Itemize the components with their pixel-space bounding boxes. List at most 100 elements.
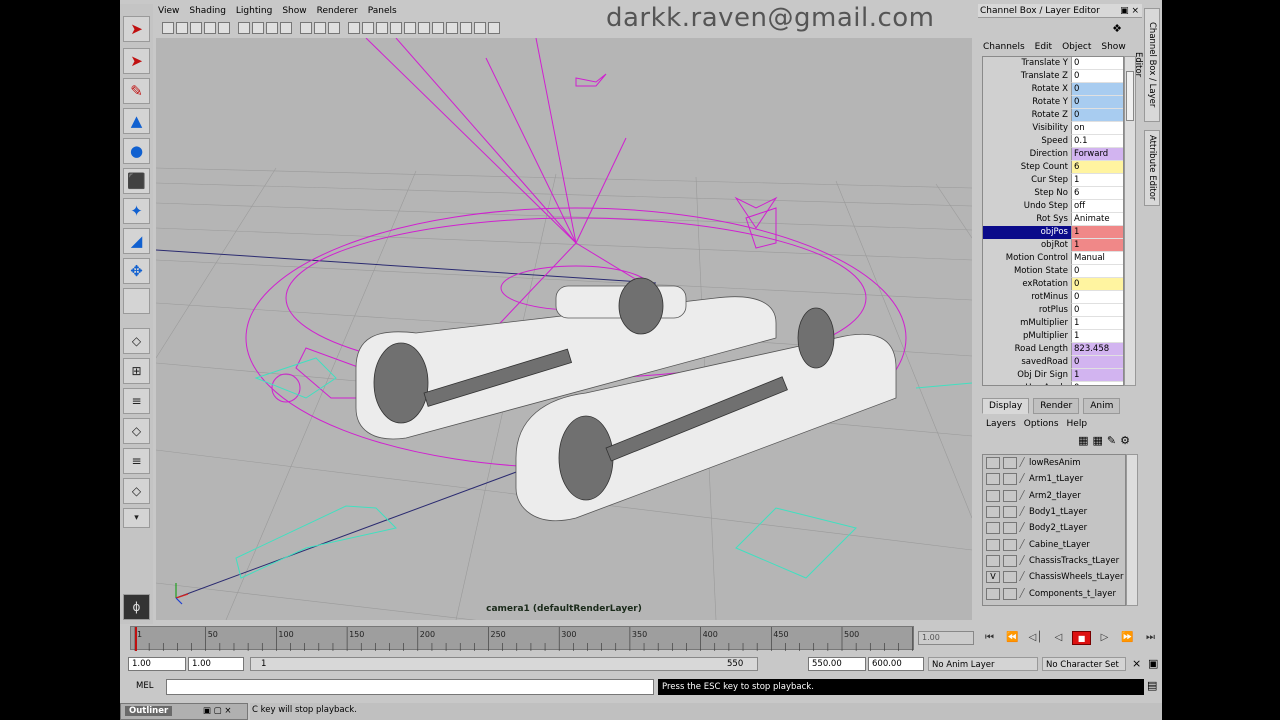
stop-icon[interactable]: ■ (1072, 631, 1091, 645)
menu-layers[interactable]: Layers (982, 418, 1020, 430)
attribute-row[interactable]: objRot 1 (983, 239, 1123, 252)
attribute-name[interactable]: Rotate Y (983, 96, 1071, 109)
attribute-name[interactable]: objPos (983, 226, 1071, 239)
layer-visibility-toggle[interactable] (986, 506, 1000, 519)
rotate-tool-icon[interactable]: ● (123, 138, 150, 164)
layer-color-icon[interactable]: ╱ (1017, 491, 1027, 501)
attribute-row[interactable]: Rotate X0 (983, 83, 1123, 96)
attribute-value[interactable]: 6 (1071, 187, 1123, 200)
layer-display-type-toggle[interactable] (1003, 522, 1017, 535)
attribute-row[interactable]: Step Count 6 (983, 161, 1123, 174)
layer-row[interactable]: ╱ Body1_tLayer (983, 504, 1125, 520)
attribute-name[interactable]: Rotate Z (983, 109, 1071, 122)
attribute-value[interactable]: 0 (1071, 70, 1123, 83)
attribute-name[interactable]: Step Count (983, 161, 1071, 174)
attribute-value[interactable]: 0 (1071, 265, 1123, 278)
wireframe-icon[interactable] (238, 22, 250, 34)
layer-display-type-toggle[interactable] (1003, 457, 1017, 470)
layer-visibility-toggle[interactable] (986, 489, 1000, 502)
xray-joints-icon[interactable] (314, 22, 326, 34)
attribute-name[interactable]: Undo Step (983, 200, 1071, 213)
range-bar[interactable]: 1 550 (250, 657, 758, 671)
layer-row[interactable]: ╱ Arm2_tlayer (983, 488, 1125, 504)
select-tool-icon[interactable]: ➤ (123, 16, 150, 42)
multisample-icon[interactable] (488, 22, 500, 34)
attribute-value[interactable]: 6 (1071, 161, 1123, 174)
layer-color-icon[interactable]: ╱ (1017, 572, 1027, 582)
current-time-indicator[interactable] (135, 627, 137, 651)
scale-tool-icon[interactable]: ⬛ (123, 168, 150, 194)
attribute-row[interactable]: savedRoad 0 (983, 356, 1123, 369)
layer-name[interactable]: lowResAnim (1029, 458, 1081, 468)
attribute-value[interactable]: Forward (1071, 148, 1123, 161)
attribute-row[interactable]: Step No 6 (983, 187, 1123, 200)
attribute-name[interactable]: savedRoad (983, 356, 1071, 369)
layer-display-type-toggle[interactable] (1003, 587, 1017, 600)
play-backward-icon[interactable]: ◁ (1049, 631, 1068, 645)
menu-panels[interactable]: Panels (364, 4, 403, 18)
layer-name[interactable]: Arm2_tlayer (1029, 491, 1081, 501)
attribute-value[interactable]: 823.458 (1071, 343, 1123, 356)
tab-anim[interactable]: Anim (1083, 398, 1121, 414)
attribute-name[interactable]: Rotate X (983, 83, 1071, 96)
layer-display-type-toggle[interactable] (1003, 538, 1017, 551)
layer-name[interactable]: Body2_tLayer (1029, 523, 1087, 533)
menu-show-cb[interactable]: Show (1096, 40, 1130, 54)
attribute-row[interactable]: Undo Step off (983, 200, 1123, 213)
paint-tool-icon[interactable]: ✎ (123, 78, 150, 104)
attribute-value[interactable]: 1 (1071, 369, 1123, 382)
layer-row[interactable]: ╱ lowResAnim (983, 455, 1125, 471)
attribute-value[interactable]: 1 (1071, 174, 1123, 187)
current-frame-field[interactable]: 1.00 (918, 631, 974, 645)
outliner-window-controls[interactable]: ▣ ▢ × (203, 706, 232, 716)
attribute-name[interactable]: Obj Dir Sign (983, 369, 1071, 382)
layer-visibility-toggle[interactable] (986, 538, 1000, 551)
layer-row[interactable]: ╱ Arm1_tLayer (983, 471, 1125, 487)
outliner-minimized[interactable]: Outliner ▣ ▢ × (120, 703, 248, 720)
layer-display-type-toggle[interactable] (1003, 489, 1017, 502)
mel-script-icon[interactable]: ɸ (123, 594, 150, 620)
attribute-name[interactable]: exRotation (983, 278, 1071, 291)
single-pane-layout-icon[interactable]: ◇ (123, 328, 150, 354)
attribute-row[interactable]: Use Angle0 (983, 382, 1123, 385)
playback-end-field[interactable]: 550.00 (808, 657, 866, 671)
layer-visibility-toggle[interactable] (986, 522, 1000, 535)
graph-layout-icon[interactable]: ◇ (123, 418, 150, 444)
attribute-name[interactable]: Step No (983, 187, 1071, 200)
layer-visibility-toggle[interactable] (986, 587, 1000, 600)
start-time-field[interactable]: 1.00 (128, 657, 186, 671)
go-to-start-icon[interactable]: ⏮ (980, 631, 999, 645)
attribute-value[interactable]: 0 (1071, 83, 1123, 96)
attribute-name[interactable]: pMultiplier (983, 330, 1071, 343)
menu-edit[interactable]: Edit (1030, 40, 1057, 54)
field-chart-icon[interactable] (376, 22, 388, 34)
attribute-row[interactable]: Rot Sys Animate (983, 213, 1123, 226)
menu-lighting[interactable]: Lighting (232, 4, 278, 18)
layer-row[interactable]: ╱ Body2_tLayer (983, 520, 1125, 536)
attribute-name[interactable]: Motion State (983, 265, 1071, 278)
attribute-name[interactable]: mMultiplier (983, 317, 1071, 330)
tab-render[interactable]: Render (1033, 398, 1080, 414)
attribute-row[interactable]: Rotate Z0 (983, 109, 1123, 122)
scrollbar-thumb[interactable] (1126, 71, 1134, 121)
step-back-icon[interactable]: ⏪ (1003, 631, 1022, 645)
layer-visibility-toggle[interactable] (986, 554, 1000, 567)
new-layer-selected-icon[interactable]: ▦ (1093, 434, 1103, 447)
grid-icon[interactable] (218, 22, 230, 34)
attribute-row[interactable]: rotMinus 0 (983, 291, 1123, 304)
attribute-name[interactable]: Use Angle (983, 382, 1071, 385)
menu-channels[interactable]: Channels (978, 40, 1030, 54)
script-editor-icon[interactable]: ▤ (1147, 679, 1157, 692)
attribute-name[interactable]: Translate Y (983, 57, 1071, 70)
attribute-value[interactable]: Animate (1071, 213, 1123, 226)
perspective-viewport[interactable]: camera1 (defaultRenderLayer) (156, 38, 972, 620)
layer-paint-icon[interactable]: ✎ (1107, 434, 1116, 447)
attribute-value[interactable]: 0 (1071, 109, 1123, 122)
tab-attribute-editor[interactable]: Attribute Editor (1144, 130, 1160, 206)
attribute-name[interactable]: Direction (983, 148, 1071, 161)
attribute-row[interactable]: Obj Dir Sign 1 (983, 369, 1123, 382)
attribute-name[interactable]: Rot Sys (983, 213, 1071, 226)
layer-name[interactable]: ChassisTracks_tLayer (1029, 556, 1119, 566)
attribute-name[interactable]: Visibility (983, 122, 1071, 135)
go-to-end-icon[interactable]: ⏭ (1141, 631, 1160, 645)
